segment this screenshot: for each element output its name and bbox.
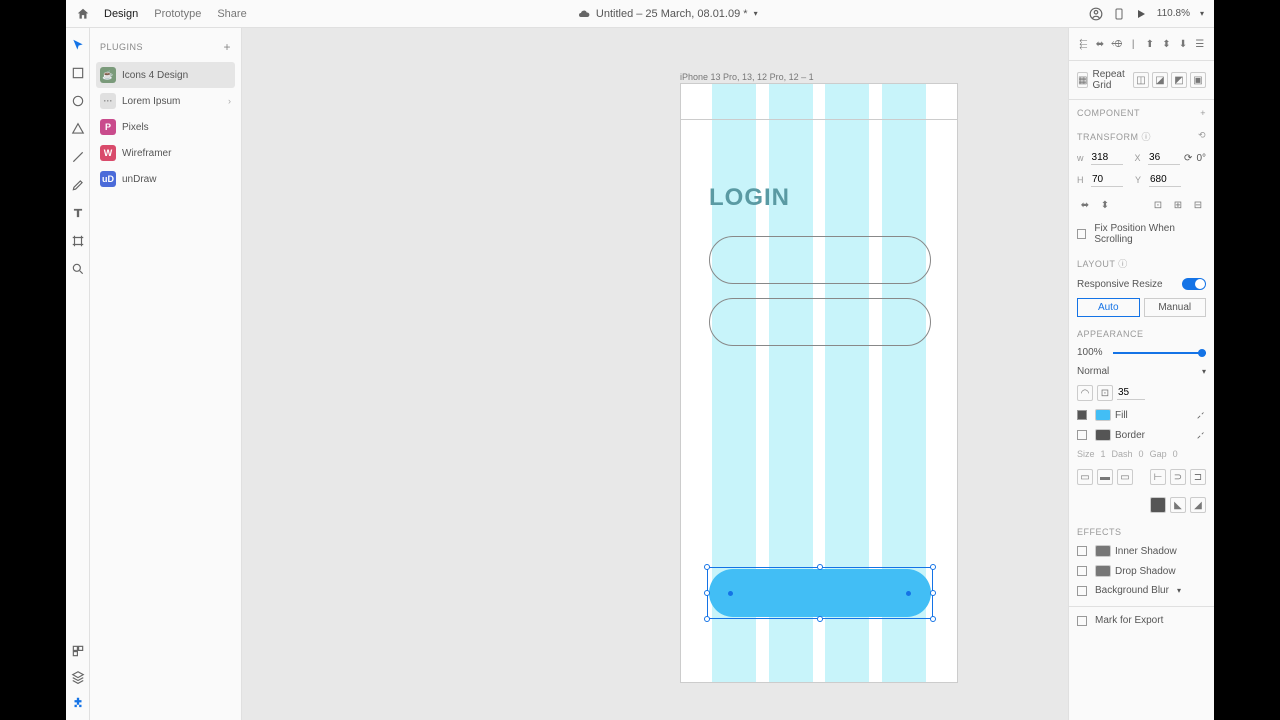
stroke-inner-icon[interactable]: ▭ xyxy=(1077,469,1093,485)
login-heading[interactable]: LOGIN xyxy=(709,184,790,212)
artboard-tool-icon[interactable] xyxy=(71,234,85,248)
bg-blur-checkbox[interactable] xyxy=(1077,586,1087,596)
repeat-grid-button[interactable]: Repeat Grid xyxy=(1092,69,1129,91)
bool-add-icon[interactable]: ◫ xyxy=(1133,72,1149,88)
stroke-outer-icon[interactable]: ▭ xyxy=(1117,469,1133,485)
constrain-icon[interactable]: ⊡ xyxy=(1150,197,1166,213)
artboard[interactable]: LOGIN xyxy=(680,83,958,683)
cloud-icon xyxy=(578,8,590,20)
blend-mode-dropdown[interactable]: Normal xyxy=(1077,366,1109,377)
bool-int-icon[interactable]: ◩ xyxy=(1171,72,1187,88)
plugin-item[interactable]: ☕Icons 4 Design xyxy=(96,62,235,88)
select-tool-icon[interactable] xyxy=(71,38,85,52)
tab-design[interactable]: Design xyxy=(104,8,138,20)
drop-shadow-checkbox[interactable] xyxy=(1077,566,1087,576)
layout-auto-button[interactable]: Auto xyxy=(1077,298,1140,317)
join-miter-icon[interactable] xyxy=(1150,497,1166,513)
align-top-icon[interactable]: ⬆ xyxy=(1144,36,1157,52)
plugins-panel: PLUGINS + ☕Icons 4 Design ···Lorem Ipsum… xyxy=(90,28,242,720)
rectangle-tool-icon[interactable] xyxy=(71,66,85,80)
left-tools xyxy=(66,28,90,720)
radius-indiv-icon[interactable]: ⊡ xyxy=(1097,385,1113,401)
inner-shadow-checkbox[interactable] xyxy=(1077,546,1087,556)
ellipse-tool-icon[interactable] xyxy=(71,94,85,108)
line-tool-icon[interactable] xyxy=(71,150,85,164)
opacity-slider[interactable] xyxy=(1113,352,1206,354)
opacity-value[interactable]: 100% xyxy=(1077,347,1103,358)
radius-input[interactable] xyxy=(1117,386,1145,400)
align-sep: | xyxy=(1127,36,1140,52)
fill-checkbox[interactable] xyxy=(1077,410,1087,420)
topbar: Design Prototype Share Untitled – 25 Mar… xyxy=(66,0,1214,28)
border-swatch[interactable] xyxy=(1095,429,1111,441)
component-add-icon[interactable]: + xyxy=(1200,108,1206,118)
mark-export-checkbox[interactable] xyxy=(1077,616,1087,626)
rotation-value[interactable]: 0° xyxy=(1196,153,1206,164)
mobile-preview-icon[interactable] xyxy=(1113,7,1125,21)
artboard-label[interactable]: iPhone 13 Pro, 13, 12 Pro, 12 – 1 xyxy=(680,72,814,82)
text-tool-icon[interactable] xyxy=(71,206,85,220)
eyedropper-icon[interactable] xyxy=(1196,410,1206,420)
align-bottom-icon[interactable]: ⬇ xyxy=(1177,36,1190,52)
plugin-item[interactable]: ···Lorem Ipsum› xyxy=(96,88,235,114)
add-plugin-icon[interactable]: + xyxy=(223,40,231,54)
layers-icon[interactable] xyxy=(71,670,85,684)
align-right-icon[interactable]: ⬲ xyxy=(1110,36,1123,52)
cap-round-icon[interactable]: ⊃ xyxy=(1170,469,1186,485)
responsive-toggle[interactable] xyxy=(1182,278,1206,290)
selection-box xyxy=(707,567,933,619)
doc-title[interactable]: Untitled – 25 March, 08.01.09 * xyxy=(596,8,748,20)
pen-tool-icon[interactable] xyxy=(71,178,85,192)
join-bevel-icon[interactable]: ◢ xyxy=(1190,497,1206,513)
radius-mode-icon[interactable]: ◠ xyxy=(1077,385,1093,401)
stroke-center-icon[interactable]: ▬ xyxy=(1097,469,1113,485)
align-center-h-icon[interactable]: ⬌ xyxy=(1094,36,1107,52)
constrain-icon3[interactable]: ⊟ xyxy=(1190,197,1206,213)
home-icon[interactable] xyxy=(76,7,90,21)
bool-exc-icon[interactable]: ▣ xyxy=(1190,72,1206,88)
cap-proj-icon[interactable]: ⊐ xyxy=(1190,469,1206,485)
polygon-tool-icon[interactable] xyxy=(71,122,85,136)
libraries-icon[interactable] xyxy=(71,644,85,658)
repeat-grid-icon[interactable]: ▦ xyxy=(1077,72,1088,88)
rotation-icon[interactable]: ⟳ xyxy=(1184,153,1192,164)
plugins-icon[interactable] xyxy=(71,696,85,710)
zoom-level[interactable]: 110.8% xyxy=(1157,8,1190,19)
cap-butt-icon[interactable]: ⊢ xyxy=(1150,469,1166,485)
input-field-1[interactable] xyxy=(709,236,931,284)
plugin-item[interactable]: WWireframer xyxy=(96,140,235,166)
fill-swatch[interactable] xyxy=(1095,409,1111,421)
input-field-2[interactable] xyxy=(709,298,931,346)
play-icon[interactable] xyxy=(1135,8,1147,20)
profile-icon[interactable] xyxy=(1089,7,1103,21)
x-input[interactable] xyxy=(1148,151,1180,165)
align-center-v-icon[interactable]: ⬍ xyxy=(1160,36,1173,52)
plugin-item[interactable]: PPixels xyxy=(96,114,235,140)
width-input[interactable] xyxy=(1091,151,1123,165)
canvas[interactable]: iPhone 13 Pro, 13, 12 Pro, 12 – 1 LOGIN xyxy=(242,28,1068,720)
constrain-icon2[interactable]: ⊞ xyxy=(1170,197,1186,213)
y-input[interactable] xyxy=(1149,173,1181,187)
height-input[interactable] xyxy=(1091,173,1123,187)
inspector-panel: ⬱ ⬌ ⬲ | ⬆ ⬍ ⬇ ☰ ▦ Repeat Grid ◫ ◪ ◩ ▣ CO… xyxy=(1068,28,1214,720)
align-more-icon[interactable]: ☰ xyxy=(1193,36,1206,52)
fix-position-checkbox[interactable] xyxy=(1077,229,1086,239)
plugin-item[interactable]: uDunDraw xyxy=(96,166,235,192)
tab-share[interactable]: Share xyxy=(217,8,246,20)
transform-flip-icon[interactable]: ⟲ xyxy=(1198,130,1206,143)
eyedropper-icon[interactable] xyxy=(1196,430,1206,440)
tab-prototype[interactable]: Prototype xyxy=(154,8,201,20)
plugins-header: PLUGINS xyxy=(100,42,143,52)
flip-v-icon[interactable]: ⬍ xyxy=(1097,197,1113,213)
bool-sub-icon[interactable]: ◪ xyxy=(1152,72,1168,88)
align-left-icon[interactable]: ⬱ xyxy=(1077,36,1090,52)
flip-h-icon[interactable]: ⬌ xyxy=(1077,197,1093,213)
join-round-icon[interactable]: ◣ xyxy=(1170,497,1186,513)
layout-manual-button[interactable]: Manual xyxy=(1144,298,1207,317)
zoom-tool-icon[interactable] xyxy=(71,262,85,276)
border-checkbox[interactable] xyxy=(1077,430,1087,440)
